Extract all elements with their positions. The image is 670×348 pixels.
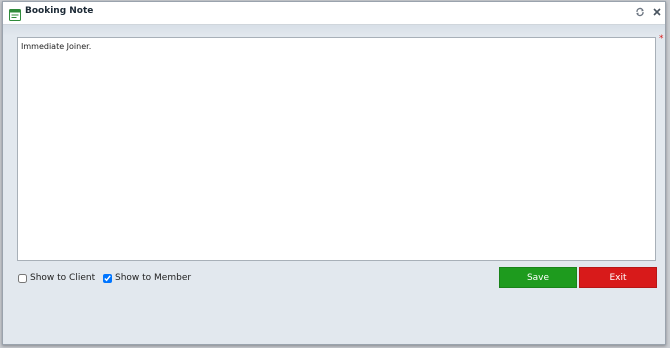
save-button[interactable]: Save (499, 267, 577, 288)
required-indicator: * (659, 34, 664, 44)
show-to-client-option[interactable]: Show to Client (18, 273, 95, 283)
dialog-title: Booking Note (25, 6, 94, 16)
show-to-client-label: Show to Client (30, 273, 96, 283)
show-to-member-option[interactable]: Show to Member (103, 273, 191, 283)
booking-note-dialog: Booking Note Immediate Joiner. * Show to… (2, 1, 666, 345)
dialog-header-band (3, 25, 665, 36)
dialog-titlebar: Booking Note (3, 2, 665, 25)
show-to-client-checkbox[interactable] (18, 273, 27, 283)
show-to-member-label: Show to Member (115, 273, 192, 283)
restore-icon[interactable] (634, 6, 646, 18)
booking-note-textarea[interactable]: Immediate Joiner. (17, 37, 656, 261)
note-icon (9, 6, 21, 21)
exit-button[interactable]: Exit (579, 267, 657, 288)
show-to-member-checkbox[interactable] (103, 273, 112, 283)
close-icon[interactable] (651, 6, 663, 18)
